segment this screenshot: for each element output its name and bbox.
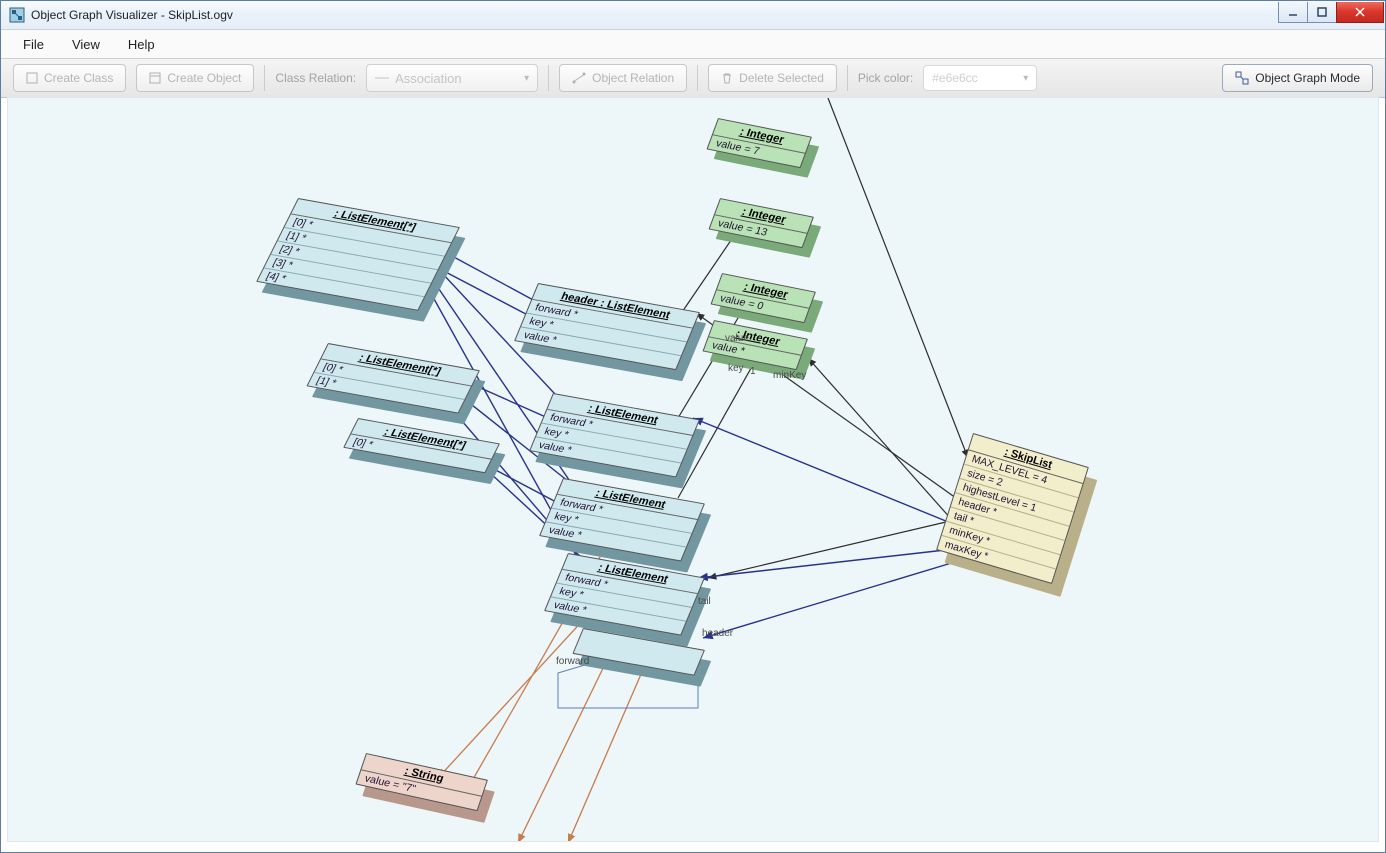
class-relation-label: Class Relation: [275, 71, 356, 85]
pick-color-input[interactable]: #e6e6cc ▾ [923, 65, 1037, 91]
trash-icon [721, 72, 733, 84]
object-graph-mode-button[interactable]: Object Graph Mode [1222, 64, 1373, 92]
create-class-button[interactable]: Create Class [13, 64, 126, 92]
object-relation-label: Object Relation [592, 71, 674, 85]
menubar: File View Help [1, 30, 1385, 59]
separator [548, 65, 549, 91]
mode-button-label: Object Graph Mode [1255, 71, 1360, 85]
create-object-button[interactable]: Create Object [136, 64, 254, 92]
edge-label-tail: tail [698, 596, 711, 607]
edge-labels: value key 1 minKey tail header forward [8, 98, 1378, 841]
class-icon [26, 72, 38, 84]
chevron-down-icon: ▾ [524, 73, 529, 84]
window-controls [1279, 2, 1384, 22]
edge-label-header: header [702, 628, 733, 639]
menu-help[interactable]: Help [114, 33, 169, 56]
separator [264, 65, 265, 91]
maximize-button[interactable] [1307, 2, 1337, 23]
edge-label-minkey: minKey [773, 370, 806, 381]
separator [847, 65, 848, 91]
graph-mode-icon [1235, 71, 1249, 85]
toolbar: Create Class Create Object Class Relatio… [1, 59, 1385, 98]
edge-label-forward: forward [556, 656, 589, 667]
pick-color-label: Pick color: [858, 71, 913, 85]
chevron-down-icon: ▾ [1023, 73, 1028, 84]
separator [697, 65, 698, 91]
delete-selected-label: Delete Selected [739, 71, 824, 85]
minimize-button[interactable] [1278, 2, 1308, 23]
app-window: Object Graph Visualizer - SkipList.ogv F… [0, 0, 1386, 853]
object-relation-button[interactable]: Object Relation [559, 64, 687, 92]
delete-selected-button[interactable]: Delete Selected [708, 64, 837, 92]
class-relation-value: Association [395, 71, 461, 86]
menu-file[interactable]: File [9, 33, 58, 56]
class-relation-combo[interactable]: Association ▾ [366, 64, 538, 92]
diagram-edges [8, 98, 1379, 842]
close-button[interactable] [1336, 2, 1384, 23]
create-object-label: Create Object [167, 71, 241, 85]
edge-label-key: key [728, 363, 744, 374]
association-icon [375, 75, 389, 81]
relation-icon [572, 72, 586, 84]
pick-color-value: #e6e6cc [932, 71, 977, 85]
object-icon [149, 72, 161, 84]
edge-label-one: 1 [750, 366, 756, 377]
titlebar: Object Graph Visualizer - SkipList.ogv [1, 1, 1385, 30]
diagram-canvas[interactable]: : Integer value = 7 : Integer value = 13… [7, 97, 1379, 842]
window-title: Object Graph Visualizer - SkipList.ogv [31, 8, 1279, 22]
app-icon [9, 7, 25, 23]
menu-view[interactable]: View [58, 33, 114, 56]
create-class-label: Create Class [44, 71, 113, 85]
